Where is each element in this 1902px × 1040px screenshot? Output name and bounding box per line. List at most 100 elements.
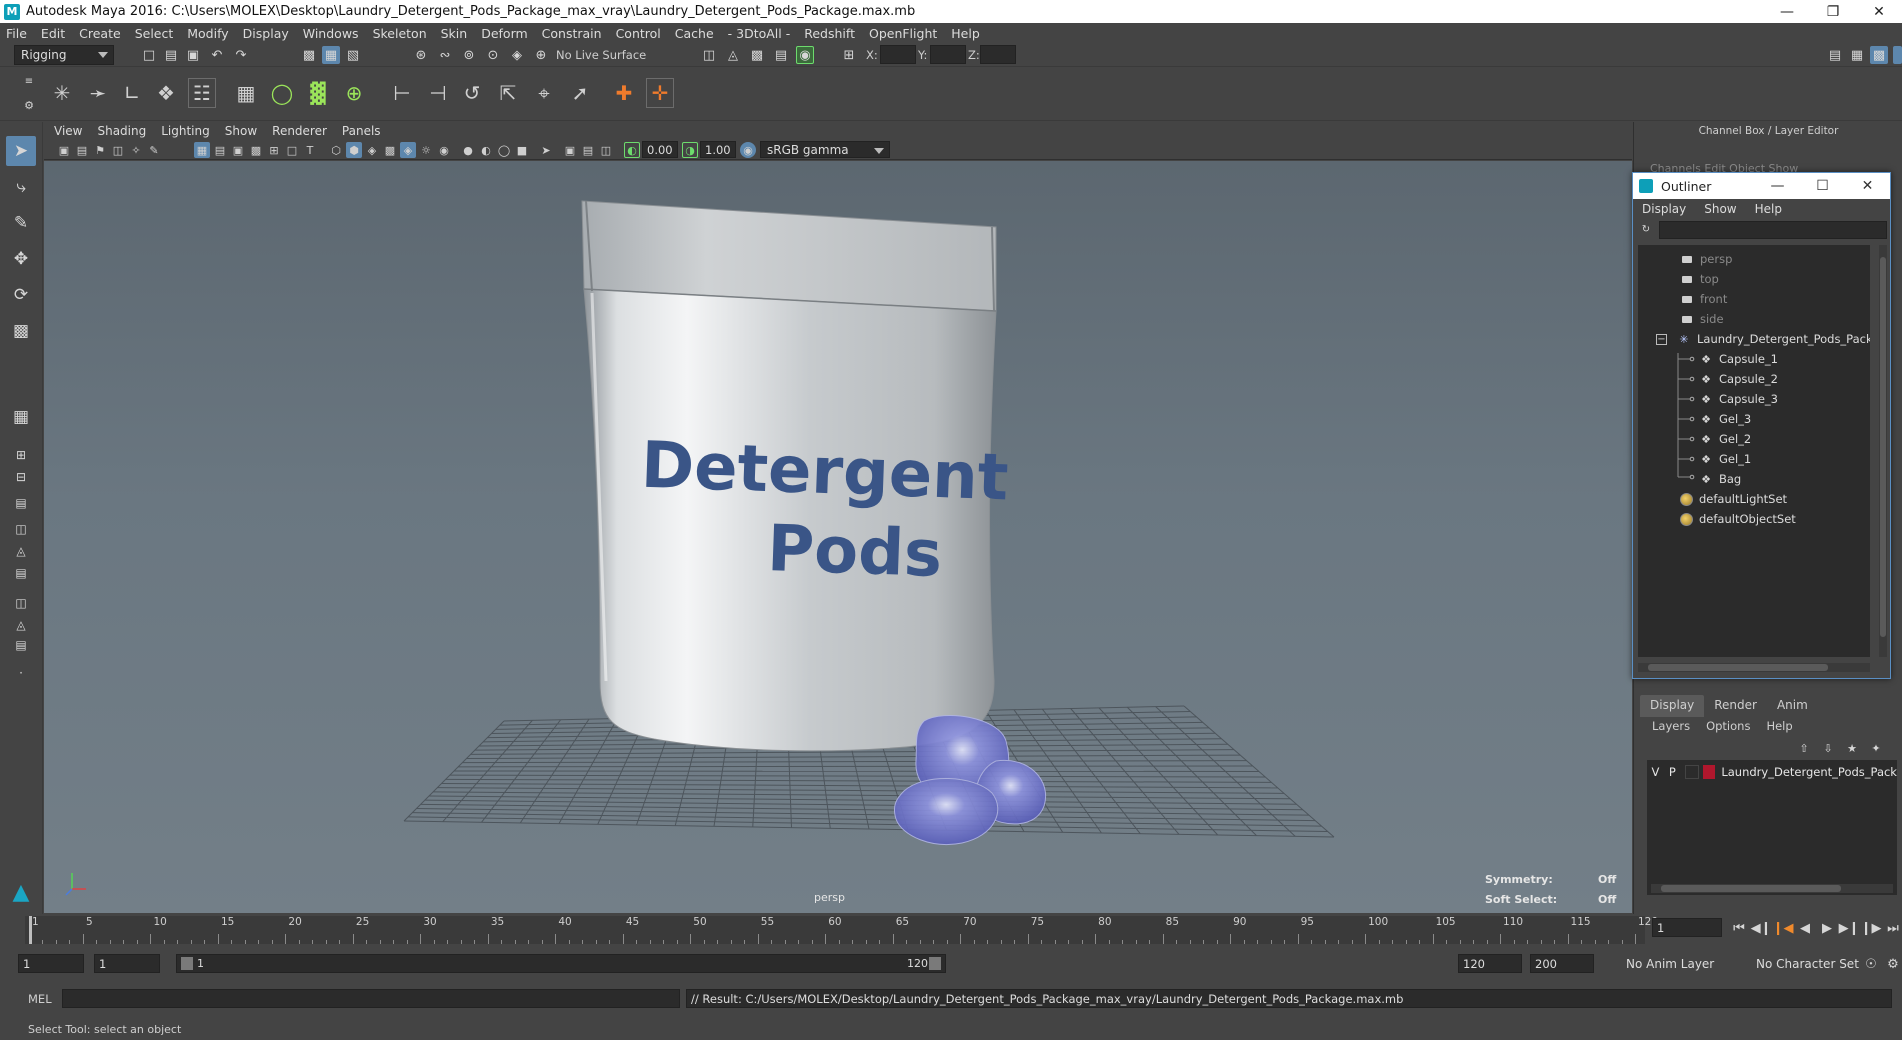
close-button[interactable]: ✕	[1856, 0, 1902, 23]
outliner-menu-display[interactable]: Display	[1642, 202, 1686, 216]
menu-edit[interactable]: Edit	[41, 26, 65, 41]
hypershade-persp-icon[interactable]: ◬	[6, 540, 36, 562]
command-input[interactable]	[62, 989, 680, 1008]
parent-constraint-icon[interactable]: ⊢	[388, 78, 416, 108]
menu-control[interactable]: Control	[616, 26, 661, 41]
use-all-lights-icon[interactable]: ◈	[400, 142, 416, 158]
outliner-item-gel-3[interactable]: ❖ Gel_3	[1699, 409, 1751, 429]
open-scene-icon[interactable]: ▤	[162, 46, 180, 64]
save-scene-icon[interactable]: ▣	[184, 46, 202, 64]
vp-menu-shading[interactable]: Shading	[97, 124, 146, 138]
menu-skin[interactable]: Skin	[441, 26, 468, 41]
custom-layout-3-icon[interactable]: ▤	[6, 634, 36, 656]
layer-playback-toggle[interactable]: P	[1664, 765, 1681, 779]
wrap-icon[interactable]: ⊕	[340, 78, 368, 108]
outliner-item-capsule-3[interactable]: ❖ Capsule_3	[1699, 389, 1778, 409]
outliner-item-default-light-set[interactable]: defaultLightSet	[1680, 489, 1787, 509]
scale-constraint-icon[interactable]: ⇱	[494, 78, 522, 108]
play-forwards-icon[interactable]: ▶	[1818, 919, 1836, 937]
insert-joint-icon[interactable]: ➛	[84, 78, 112, 108]
layer-visibility-toggle[interactable]: V	[1647, 765, 1664, 779]
script-language-toggle[interactable]: MEL	[28, 992, 52, 1006]
safe-title-icon[interactable]: T	[302, 142, 318, 158]
snap-point-icon[interactable]: ⊚	[460, 46, 478, 64]
camera-attributes-icon[interactable]: ▤	[74, 142, 90, 158]
layer-menu-options[interactable]: Options	[1706, 719, 1750, 733]
outliner-menu-help[interactable]: Help	[1755, 202, 1782, 216]
outliner-item-group[interactable]: −✳Laundry_Detergent_Pods_Package	[1656, 329, 1870, 349]
orient-constraint-icon[interactable]: ↺	[458, 78, 486, 108]
outliner-item-top[interactable]: top	[1680, 269, 1719, 289]
restore-button[interactable]: ❐	[1810, 0, 1856, 23]
shadows-icon[interactable]: ☼	[418, 142, 434, 158]
modeling-toolkit-icon[interactable]: ▤	[1826, 46, 1844, 64]
select-hierarchy-icon[interactable]: ▩	[300, 46, 318, 64]
menu-display[interactable]: Display	[243, 26, 289, 41]
bookmark-icon[interactable]: ⚑	[92, 142, 108, 158]
select-component-icon[interactable]: ▧	[344, 46, 362, 64]
move-layer-down-icon[interactable]: ⇩	[1820, 740, 1836, 756]
attribute-editor-icon[interactable]: ▦	[1848, 46, 1866, 64]
layer-tab-render[interactable]: Render	[1704, 695, 1767, 717]
motion-blur-icon[interactable]: ●	[460, 142, 476, 158]
joint-tool-icon[interactable]: ✳	[48, 78, 76, 108]
perspective-viewport[interactable]: Detergent Pods persp Symmetry: Off Soft …	[44, 161, 1632, 913]
color-space-dropdown[interactable]: sRGB gamma	[760, 141, 890, 158]
snap-grid-icon[interactable]: ⊛	[412, 46, 430, 64]
menu-windows[interactable]: Windows	[303, 26, 359, 41]
ipr-render-icon[interactable]: ▩	[748, 46, 766, 64]
multisample-aa-icon[interactable]: ◐	[478, 142, 494, 158]
render-frame-icon[interactable]: ◬	[724, 46, 742, 64]
channel-box-toggle-icon[interactable]: ▩	[1870, 46, 1888, 64]
render-view-icon[interactable]: ◫	[700, 46, 718, 64]
range-bar[interactable]: 1 120	[176, 954, 946, 973]
layer-display-type[interactable]	[1684, 765, 1700, 779]
menu-cache[interactable]: Cache	[675, 26, 714, 41]
aim-constraint-icon[interactable]: ⌖	[530, 78, 558, 108]
step-back-icon[interactable]: ◀❙	[1751, 919, 1772, 937]
redo-icon[interactable]: ↷	[232, 46, 250, 64]
custom-layout-2-icon[interactable]: ◬	[6, 614, 36, 636]
locator-constrain-icon[interactable]: ✛	[646, 78, 674, 108]
xray-icon[interactable]: ➤	[538, 142, 554, 158]
shelf-settings-icon[interactable]: ≡	[20, 72, 38, 90]
current-time-marker[interactable]	[29, 916, 32, 944]
menu-file[interactable]: File	[6, 26, 27, 41]
resolution-gate-icon[interactable]: ▣	[230, 142, 246, 158]
vp-menu-lighting[interactable]: Lighting	[161, 124, 210, 138]
outliner-item-capsule-2[interactable]: ❖ Capsule_2	[1699, 369, 1778, 389]
layer-tab-display[interactable]: Display	[1640, 695, 1705, 717]
outliner-filter-icon[interactable]: ↻	[1638, 221, 1654, 237]
outliner-search-input[interactable]	[1659, 221, 1887, 239]
layer-menu-layers[interactable]: Layers	[1652, 719, 1690, 733]
playback-start-field[interactable]: 1	[94, 954, 160, 973]
backface-icon[interactable]: ◫	[598, 142, 614, 158]
layer-horizontal-scrollbar[interactable]	[1651, 884, 1893, 893]
select-tool-icon[interactable]: ➤	[6, 136, 36, 166]
outliner-item-gel-1[interactable]: ❖ Gel_1	[1699, 449, 1751, 469]
2d-pan-zoom-icon[interactable]: ✧	[128, 142, 144, 158]
layer-row[interactable]: V P Laundry_Detergent_Pods_Pack	[1647, 762, 1897, 782]
more-layouts-icon[interactable]: ·	[6, 662, 36, 684]
rotate-tool-icon[interactable]: ⟳	[6, 280, 36, 310]
menu-create[interactable]: Create	[79, 26, 121, 41]
select-camera-icon[interactable]: ▣	[56, 142, 72, 158]
film-gate-icon[interactable]: ▤	[212, 142, 228, 158]
custom-layout-icon[interactable]: ◫	[6, 592, 36, 614]
textured-icon[interactable]: ▩	[382, 142, 398, 158]
wireframe-icon[interactable]: ⬡	[328, 142, 344, 158]
smooth-shade-icon[interactable]: ⬢	[346, 142, 362, 158]
color-management-icon[interactable]: ◉	[740, 142, 756, 158]
two-view-icon[interactable]: ⊟	[6, 466, 36, 488]
gamma-icon[interactable]: ◑	[682, 142, 698, 158]
minimize-button[interactable]: —	[1764, 0, 1810, 23]
outliner-item-persp[interactable]: persp	[1680, 249, 1732, 269]
exposure-field[interactable]: 0.00	[642, 141, 678, 158]
isolate-select-icon[interactable]: ■	[514, 142, 530, 158]
bind-skin-icon[interactable]: ☷	[188, 78, 216, 108]
vp-menu-view[interactable]: View	[54, 124, 82, 138]
gate-mask-icon[interactable]: ▩	[248, 142, 264, 158]
depth-of-field-icon[interactable]: ◯	[496, 142, 512, 158]
snap-view-icon[interactable]: ⊙	[484, 46, 502, 64]
playback-end-field[interactable]: 120	[1458, 954, 1522, 973]
